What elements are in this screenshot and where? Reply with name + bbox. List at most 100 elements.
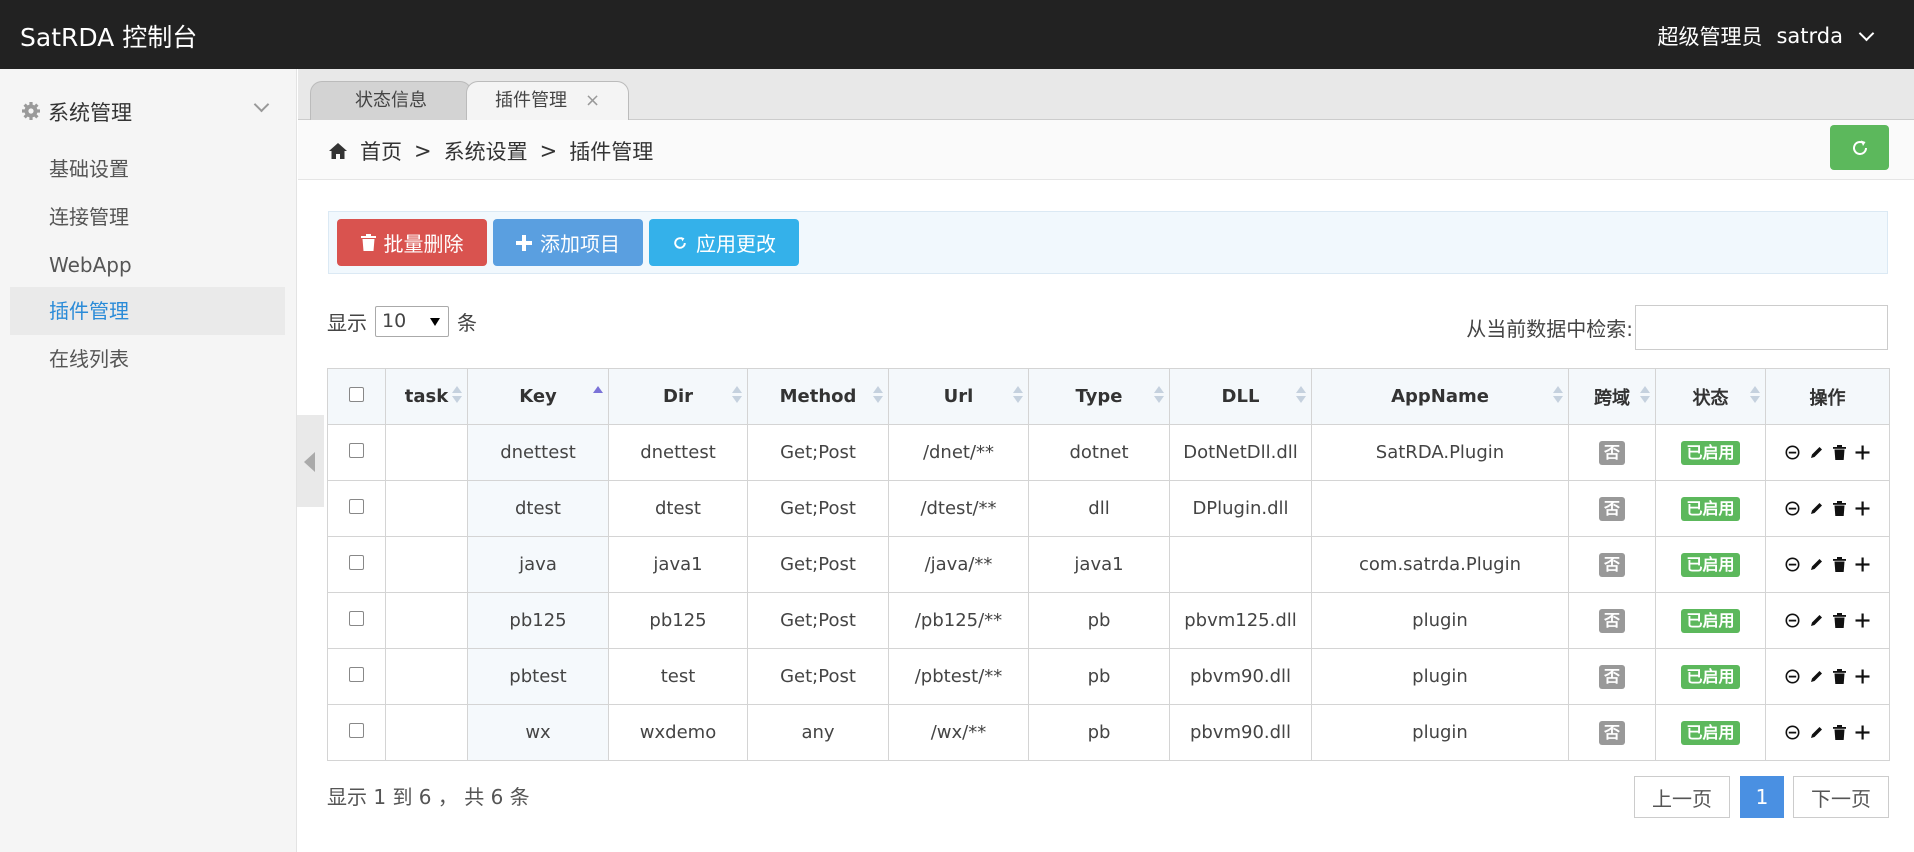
cell-task <box>385 704 468 761</box>
tab-plugin-management[interactable]: 插件管理 × <box>466 81 629 121</box>
disable-icon[interactable] <box>1785 501 1800 516</box>
cell-status: 已启用 <box>1655 648 1766 705</box>
cell-key: wx <box>467 704 609 761</box>
edit-pencil-icon[interactable] <box>1809 445 1824 460</box>
cell-appname: com.satrda.Plugin <box>1311 536 1569 593</box>
page-number-button[interactable]: 1 <box>1740 776 1784 818</box>
disable-icon[interactable] <box>1785 669 1800 684</box>
disable-icon[interactable] <box>1785 613 1800 628</box>
column-header-url[interactable]: Url <box>888 368 1029 425</box>
column-header-status[interactable]: 状态 <box>1655 368 1766 425</box>
cell-appname: plugin <box>1311 648 1569 705</box>
row-checkbox[interactable] <box>349 667 364 682</box>
breadcrumb-home[interactable]: 首页 <box>360 136 402 166</box>
edit-pencil-icon[interactable] <box>1809 613 1824 628</box>
cell-method: Get;Post <box>747 592 889 649</box>
column-label: Type <box>1075 386 1123 407</box>
breadcrumb-separator: > <box>539 139 558 163</box>
plus-icon[interactable] <box>1855 445 1870 460</box>
trash-icon[interactable] <box>1833 557 1846 572</box>
previous-page-button[interactable]: 上一页 <box>1634 776 1730 818</box>
edit-pencil-icon[interactable] <box>1809 501 1824 516</box>
trash-icon[interactable] <box>1833 613 1846 628</box>
column-header-key[interactable]: Key <box>467 368 609 425</box>
tab-bar: 状态信息 插件管理 × <box>298 69 1914 121</box>
cell-type: java1 <box>1028 536 1170 593</box>
select-all-cell <box>327 368 386 425</box>
cell-cors: 否 <box>1568 704 1656 761</box>
cell-url: /wx/** <box>888 704 1029 761</box>
row-checkbox[interactable] <box>349 723 364 738</box>
column-header-appname[interactable]: AppName <box>1311 368 1569 425</box>
edit-pencil-icon[interactable] <box>1809 725 1824 740</box>
tab-status-info[interactable]: 状态信息 <box>310 81 472 120</box>
user-menu[interactable]: 超级管理员 satrda <box>1657 21 1875 51</box>
row-checkbox[interactable] <box>349 443 364 458</box>
page-length-select[interactable]: 10 <box>375 306 449 337</box>
sidebar-collapse-handle[interactable] <box>297 415 324 507</box>
cors-badge: 否 <box>1598 608 1625 633</box>
breadcrumb-system-settings[interactable]: 系统设置 <box>444 136 528 166</box>
column-label: 状态 <box>1692 387 1729 409</box>
plus-icon[interactable] <box>1855 725 1870 740</box>
cell-dll: pbvm125.dll <box>1169 592 1312 649</box>
add-item-button[interactable]: 添加项目 <box>493 219 643 266</box>
app-title[interactable]: SatRDA 控制台 <box>20 18 197 54</box>
disable-icon[interactable] <box>1785 445 1800 460</box>
cell-task <box>385 424 468 481</box>
trash-icon[interactable] <box>1833 445 1846 460</box>
row-checkbox[interactable] <box>349 555 364 570</box>
sidebar-item-connections[interactable]: 连接管理 <box>10 193 285 241</box>
column-header-dll[interactable]: DLL <box>1169 368 1312 425</box>
refresh-button[interactable] <box>1830 125 1889 170</box>
column-header-cors[interactable]: 跨域 <box>1568 368 1656 425</box>
cell-type: dll <box>1028 480 1170 537</box>
batch-delete-button[interactable]: 批量删除 <box>337 219 487 266</box>
search-input[interactable] <box>1635 305 1888 350</box>
disable-icon[interactable] <box>1785 557 1800 572</box>
cors-badge: 否 <box>1598 720 1625 745</box>
trash-icon[interactable] <box>1833 501 1846 516</box>
cell-appname: plugin <box>1311 704 1569 761</box>
trash-icon[interactable] <box>1833 669 1846 684</box>
edit-pencil-icon[interactable] <box>1809 669 1824 684</box>
edit-pencil-icon[interactable] <box>1809 557 1824 572</box>
column-header-dir[interactable]: Dir <box>608 368 748 425</box>
column-label: AppName <box>1391 386 1489 407</box>
row-actions <box>1766 557 1889 572</box>
column-header-task[interactable]: task <box>385 368 468 425</box>
sidebar-group-system[interactable]: 系统管理 <box>0 89 297 131</box>
cors-badge: 否 <box>1598 552 1625 577</box>
plus-icon[interactable] <box>1855 501 1870 516</box>
row-checkbox[interactable] <box>349 611 364 626</box>
next-page-button[interactable]: 下一页 <box>1793 776 1889 818</box>
sidebar-item-plugins[interactable]: 插件管理 <box>10 287 285 335</box>
select-all-checkbox[interactable] <box>349 387 364 402</box>
disable-icon[interactable] <box>1785 725 1800 740</box>
close-icon[interactable]: × <box>585 90 600 111</box>
cell-url: /pbtest/** <box>888 648 1029 705</box>
button-label: 添加项目 <box>540 232 620 256</box>
sidebar-item-basic-settings[interactable]: 基础设置 <box>10 145 285 193</box>
plus-icon[interactable] <box>1855 613 1870 628</box>
column-header-method[interactable]: Method <box>747 368 889 425</box>
cell-dir: wxdemo <box>608 704 748 761</box>
row-select-cell <box>327 536 386 593</box>
action-toolbar: 批量删除 添加项目 应用更改 <box>328 211 1888 274</box>
table-row: java java1 Get;Post /java/** java1 com.s… <box>327 536 1890 593</box>
cell-method: Get;Post <box>747 536 889 593</box>
row-checkbox[interactable] <box>349 499 364 514</box>
sidebar-item-webapp[interactable]: WebApp <box>10 241 285 289</box>
trash-icon[interactable] <box>1833 725 1846 740</box>
length-suffix: 条 <box>457 311 477 335</box>
plus-icon[interactable] <box>1855 557 1870 572</box>
apply-changes-button[interactable]: 应用更改 <box>649 219 799 266</box>
row-select-cell <box>327 424 386 481</box>
sort-ascending-icon <box>593 386 603 404</box>
column-label: DLL <box>1221 386 1260 407</box>
breadcrumb-separator: > <box>414 139 432 163</box>
column-header-type[interactable]: Type <box>1028 368 1170 425</box>
refresh-icon <box>674 236 686 249</box>
plus-icon[interactable] <box>1855 669 1870 684</box>
sidebar-item-online-list[interactable]: 在线列表 <box>10 335 285 383</box>
